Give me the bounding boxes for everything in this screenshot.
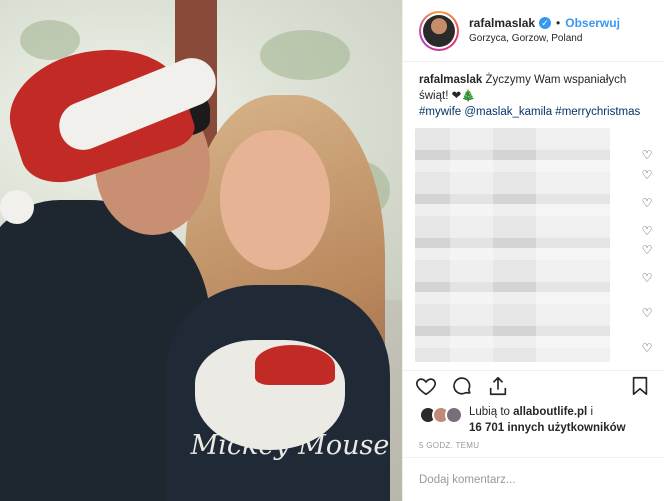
- comment-like-heart-icon[interactable]: ♡: [640, 148, 654, 162]
- photo-woman-face: [220, 130, 330, 270]
- action-bar: [403, 370, 664, 402]
- post-caption: rafalmaslak Życzymy Wam wspaniałych świą…: [403, 62, 664, 120]
- photo-plant: [20, 20, 80, 60]
- avatar[interactable]: [419, 10, 459, 51]
- verified-badge-icon: ✓: [539, 16, 552, 29]
- like-heart-icon[interactable]: [415, 375, 439, 399]
- comment-like-heart-icon[interactable]: ♡: [640, 341, 654, 355]
- likes-text: Lubią to allaboutlife.pl i 16 701 innych…: [469, 404, 626, 436]
- comment-like-heart-icon[interactable]: ♡: [640, 271, 654, 285]
- blurred-comments: [415, 128, 610, 362]
- comment-like-heart-icon[interactable]: ♡: [640, 168, 654, 182]
- caption-username[interactable]: rafalmaslak: [419, 74, 482, 86]
- comments-list: ♡ ♡ ♡ ♡ ♡ ♡ ♡ ♡: [415, 128, 661, 364]
- post-header: rafalmaslak ✓ • Obserwuj Gorzyca, Gorzow…: [403, 0, 664, 62]
- separator-dot: •: [556, 15, 561, 30]
- follow-button[interactable]: Obserwuj: [565, 15, 620, 31]
- instagram-post: Mickey Mouse rafalmaslak ✓ • Obserwuj Go…: [0, 0, 664, 501]
- avatar-inner: [421, 12, 457, 49]
- comment-input[interactable]: [419, 473, 649, 486]
- liker-avatar[interactable]: [445, 406, 463, 424]
- header-text: rafalmaslak ✓ • Obserwuj Gorzyca, Gorzow…: [469, 15, 620, 47]
- likes-count-link[interactable]: 16 701 innych użytkowników: [469, 422, 626, 434]
- comment-like-heart-icon[interactable]: ♡: [640, 196, 654, 210]
- comment-like-heart-icon[interactable]: ♡: [640, 306, 654, 320]
- comment-like-heart-icon[interactable]: ♡: [640, 224, 654, 238]
- avatar-image: [423, 14, 455, 47]
- photo-santa-hat-pompom: [0, 190, 34, 224]
- post-photo[interactable]: Mickey Mouse: [0, 0, 402, 501]
- header-user-line: rafalmaslak ✓ • Obserwuj: [469, 15, 620, 31]
- likes-section: Lubią to allaboutlife.pl i 16 701 innych…: [419, 404, 659, 436]
- username-link[interactable]: rafalmaslak: [469, 15, 535, 31]
- comment-like-heart-icon[interactable]: ♡: [640, 243, 654, 257]
- add-comment-box: [403, 457, 664, 501]
- caption-tags[interactable]: #mywife @maslak_kamila #merrychristmas: [419, 104, 648, 120]
- likes-first-user-link[interactable]: allaboutlife.pl: [513, 406, 587, 418]
- location-link[interactable]: Gorzyca, Gorzow, Poland: [469, 31, 620, 47]
- photo-plant: [260, 30, 350, 80]
- likes-prefix: Lubią to: [469, 406, 514, 418]
- post-timestamp[interactable]: 5 GODZ. TEMU: [419, 441, 479, 450]
- liker-avatars: [419, 404, 465, 426]
- photo-shirt-text: Mickey Mouse: [190, 430, 390, 461]
- photo-mickey-hat: [255, 345, 335, 385]
- post-side-panel: rafalmaslak ✓ • Obserwuj Gorzyca, Gorzow…: [402, 0, 664, 501]
- likes-suffix: i: [587, 406, 593, 418]
- share-icon[interactable]: [487, 375, 511, 399]
- bookmark-icon[interactable]: [629, 375, 653, 399]
- comment-bubble-icon[interactable]: [451, 375, 475, 399]
